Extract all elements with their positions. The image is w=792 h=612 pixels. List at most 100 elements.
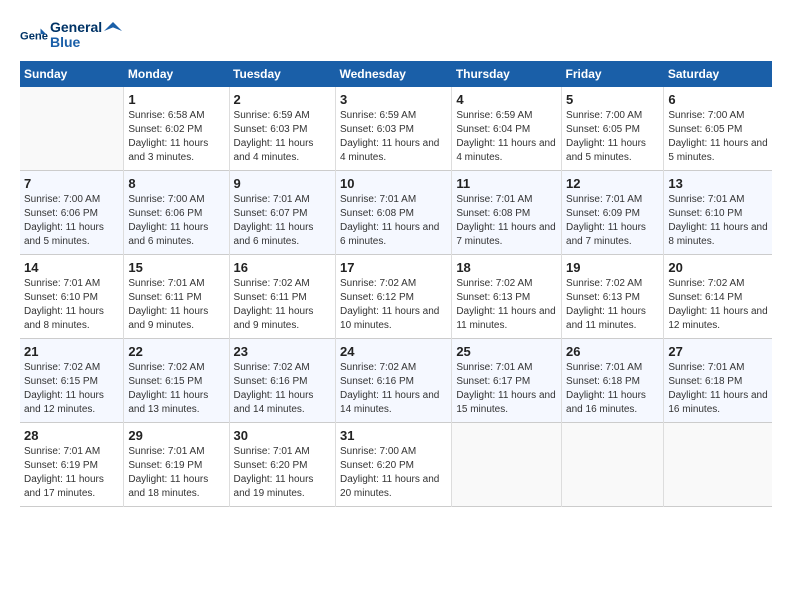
day-detail: Sunrise: 7:01 AMSunset: 6:18 PMDaylight:… [566,361,659,417]
sunset-text: Sunset: 6:06 PM [128,207,224,221]
sunrise-text: Sunrise: 6:59 AM [234,109,331,123]
sunrise-text: Sunrise: 7:02 AM [234,277,331,291]
day-detail: Sunrise: 7:01 AMSunset: 6:20 PMDaylight:… [234,445,331,501]
calendar-cell: 21 Sunrise: 7:02 AMSunset: 6:15 PMDayligh… [20,338,124,422]
sunset-text: Sunset: 6:20 PM [340,459,447,473]
sunrise-text: Sunrise: 7:01 AM [128,445,224,459]
calendar-cell [664,422,772,506]
calendar-cell: 23Sunrise: 7:02 AMSunset: 6:16 PMDayligh… [229,338,335,422]
sunrise-text: Sunrise: 6:58 AM [128,109,224,123]
sunset-text: Sunset: 6:02 PM [128,123,224,137]
daylight-text: Daylight: 11 hours and 11 minutes. [566,305,659,333]
calendar-cell: 15 Sunrise: 7:01 AMSunset: 6:11 PMDayligh… [124,254,229,338]
daylight-text: Daylight: 11 hours and 3 minutes. [128,137,224,165]
day-detail: Sunrise: 7:01 AMSunset: 6:11 PMDaylight:… [128,277,224,333]
calendar-header: Sunday Monday Tuesday Wednesday Thursday… [20,61,772,87]
day-number: 15 [128,260,224,275]
day-number: 17 [340,260,447,275]
sunset-text: Sunset: 6:10 PM [24,291,119,305]
day-detail: Sunrise: 7:01 AMSunset: 6:10 PMDaylight:… [668,193,768,249]
sunrise-text: Sunrise: 7:00 AM [340,445,447,459]
sunset-text: Sunset: 6:03 PM [340,123,447,137]
day-detail: Sunrise: 7:02 AMSunset: 6:16 PMDaylight:… [234,361,331,417]
sunset-text: Sunset: 6:12 PM [340,291,447,305]
calendar-week-4: 21Sunrise: 7:02 AMSunset: 6:15 PMDayligh… [20,338,772,422]
sunset-text: Sunset: 6:11 PM [128,291,224,305]
calendar-cell: 3Sunrise: 6:59 AMSunset: 6:03 PMDaylight… [336,87,452,171]
day-detail: Sunrise: 7:01 AMSunset: 6:17 PMDaylight:… [456,361,557,417]
sunrise-text: Sunrise: 7:01 AM [24,277,119,291]
calendar-cell: 22Sunrise: 7:02 AMSunset: 6:15 PMDayligh… [124,338,229,422]
calendar-cell: 16Sunrise: 7:02 AMSunset: 6:11 PMDayligh… [229,254,335,338]
sunset-text: Sunset: 6:15 PM [24,375,119,389]
daylight-text: Daylight: 11 hours and 11 minutes. [456,305,557,333]
calendar-table: Sunday Monday Tuesday Wednesday Thursday… [20,61,772,507]
daylight-text: Daylight: 11 hours and 17 minutes. [24,473,119,501]
daylight-text: Daylight: 11 hours and 7 minutes. [456,221,557,249]
header-monday: Monday [124,61,229,87]
sunrise-text: Sunrise: 7:02 AM [24,361,119,375]
day-detail: Sunrise: 7:01 AMSunset: 6:19 PMDaylight:… [128,445,224,501]
day-detail: Sunrise: 7:01 AMSunset: 6:09 PMDaylight:… [566,193,659,249]
day-number: 4 [456,92,557,107]
sunset-text: Sunset: 6:18 PM [566,375,659,389]
daylight-text: Daylight: 11 hours and 4 minutes. [234,137,331,165]
calendar-cell: 6Sunrise: 7:00 AMSunset: 6:05 PMDaylight… [664,87,772,171]
day-number: 24 [340,344,447,359]
day-number: 7 [24,176,119,191]
day-number: 18 [456,260,557,275]
sunrise-text: Sunrise: 7:01 AM [456,361,557,375]
sunrise-text: Sunrise: 6:59 AM [456,109,557,123]
sunset-text: Sunset: 6:13 PM [566,291,659,305]
calendar-cell [562,422,664,506]
day-detail: Sunrise: 7:02 AMSunset: 6:13 PMDaylight:… [566,277,659,333]
calendar-cell: 1Sunrise: 6:58 AMSunset: 6:02 PMDaylight… [124,87,229,171]
sunrise-text: Sunrise: 7:00 AM [668,109,768,123]
sunset-text: Sunset: 6:08 PM [340,207,447,221]
daylight-text: Daylight: 11 hours and 14 minutes. [340,389,447,417]
day-number: 20 [668,260,768,275]
calendar-cell: 14Sunrise: 7:01 AMSunset: 6:10 PMDayligh… [20,254,124,338]
daylight-text: Daylight: 11 hours and 20 minutes. [340,473,447,501]
daylight-text: Daylight: 11 hours and 8 minutes. [24,305,119,333]
day-number: 13 [668,176,768,191]
daylight-text: Daylight: 11 hours and 18 minutes. [128,473,224,501]
day-number: 26 [566,344,659,359]
sunrise-text: Sunrise: 7:01 AM [668,361,768,375]
day-number: 11 [456,176,557,191]
day-detail: Sunrise: 7:02 AMSunset: 6:12 PMDaylight:… [340,277,447,333]
calendar-cell: 10Sunrise: 7:01 AMSunset: 6:08 PMDayligh… [336,170,452,254]
header-saturday: Saturday [664,61,772,87]
header-row: Sunday Monday Tuesday Wednesday Thursday… [20,61,772,87]
day-number: 21 [24,344,119,359]
day-detail: Sunrise: 7:00 AMSunset: 6:06 PMDaylight:… [24,193,119,249]
daylight-text: Daylight: 11 hours and 19 minutes. [234,473,331,501]
daylight-text: Daylight: 11 hours and 16 minutes. [668,389,768,417]
calendar-week-1: 1Sunrise: 6:58 AMSunset: 6:02 PMDaylight… [20,87,772,171]
calendar-cell: 8Sunrise: 7:00 AMSunset: 6:06 PMDaylight… [124,170,229,254]
daylight-text: Daylight: 11 hours and 8 minutes. [668,221,768,249]
calendar-cell: 24Sunrise: 7:02 AMSunset: 6:16 PMDayligh… [336,338,452,422]
daylight-text: Daylight: 11 hours and 10 minutes. [340,305,447,333]
sunset-text: Sunset: 6:14 PM [668,291,768,305]
daylight-text: Daylight: 11 hours and 12 minutes. [24,389,119,417]
sunrise-text: Sunrise: 7:02 AM [340,277,447,291]
day-detail: Sunrise: 6:59 AMSunset: 6:03 PMDaylight:… [234,109,331,165]
calendar-cell: 31Sunrise: 7:00 AMSunset: 6:20 PMDayligh… [336,422,452,506]
day-detail: Sunrise: 6:59 AMSunset: 6:04 PMDaylight:… [456,109,557,165]
sunset-text: Sunset: 6:03 PM [234,123,331,137]
sunset-text: Sunset: 6:13 PM [456,291,557,305]
day-detail: Sunrise: 7:00 AMSunset: 6:20 PMDaylight:… [340,445,447,501]
sunset-text: Sunset: 6:05 PM [566,123,659,137]
calendar-cell: 29Sunrise: 7:01 AMSunset: 6:19 PMDayligh… [124,422,229,506]
daylight-text: Daylight: 11 hours and 7 minutes. [566,221,659,249]
logo-blue: Blue [50,35,102,50]
daylight-text: Daylight: 11 hours and 16 minutes. [566,389,659,417]
calendar-cell: 25Sunrise: 7:01 AMSunset: 6:17 PMDayligh… [452,338,562,422]
day-detail: Sunrise: 7:01 AMSunset: 6:18 PMDaylight:… [668,361,768,417]
sunrise-text: Sunrise: 7:00 AM [24,193,119,207]
header-wednesday: Wednesday [336,61,452,87]
sunrise-text: Sunrise: 6:59 AM [340,109,447,123]
day-detail: Sunrise: 7:01 AMSunset: 6:08 PMDaylight:… [340,193,447,249]
calendar-cell: 28Sunrise: 7:01 AMSunset: 6:19 PMDayligh… [20,422,124,506]
